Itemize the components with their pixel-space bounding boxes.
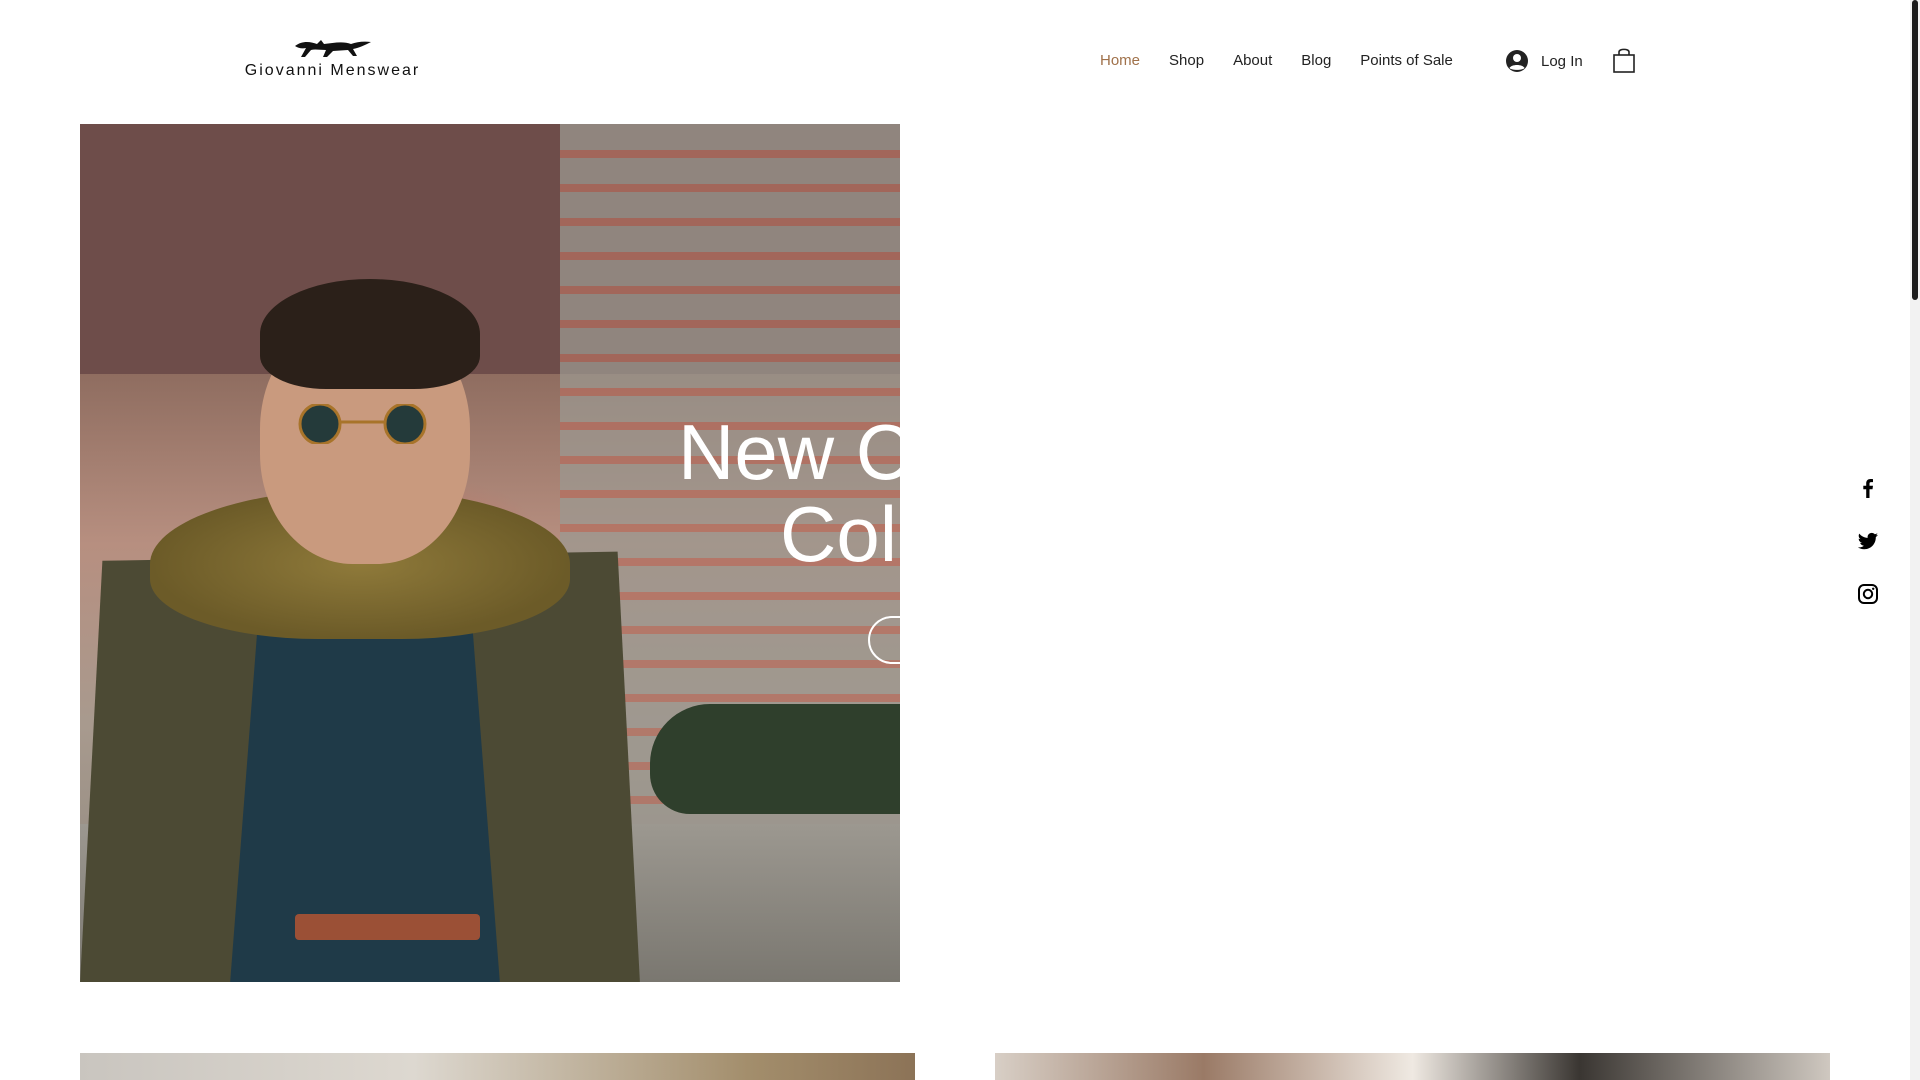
nav-blog[interactable]: Blog: [1301, 52, 1331, 69]
facebook-icon[interactable]: [1856, 476, 1880, 500]
cart-button[interactable]: [1612, 46, 1636, 79]
gallery-image-left[interactable]: [80, 1053, 915, 1080]
shopping-bag-icon: [1613, 48, 1635, 73]
hero-belt: [295, 914, 480, 940]
login-label: Log In: [1541, 52, 1583, 70]
scrollbar-thumb[interactable]: [1912, 0, 1918, 300]
nav-points-of-sale[interactable]: Points of Sale: [1360, 52, 1453, 69]
main-nav: Home Shop About Blog Points of Sale: [1100, 52, 1482, 69]
hero-model-hair: [260, 279, 480, 389]
hero-hedge: [650, 704, 900, 814]
fox-icon: [294, 40, 371, 57]
nav-about[interactable]: About: [1233, 52, 1272, 69]
user-avatar-icon: [1506, 50, 1528, 72]
logo[interactable]: Giovanni Menswear: [240, 30, 425, 80]
brand-name: Giovanni Menswear: [244, 62, 421, 79]
social-bar: [1856, 476, 1880, 635]
login-button[interactable]: Log In: [1505, 49, 1583, 73]
gallery-image-right[interactable]: [995, 1053, 1830, 1080]
nav-home[interactable]: Home: [1100, 52, 1140, 69]
nav-shop[interactable]: Shop: [1169, 52, 1204, 69]
twitter-icon[interactable]: [1856, 529, 1880, 553]
hero-sunglasses: [298, 404, 427, 444]
instagram-icon[interactable]: [1856, 582, 1880, 606]
hero-image: New C Col: [80, 124, 900, 982]
